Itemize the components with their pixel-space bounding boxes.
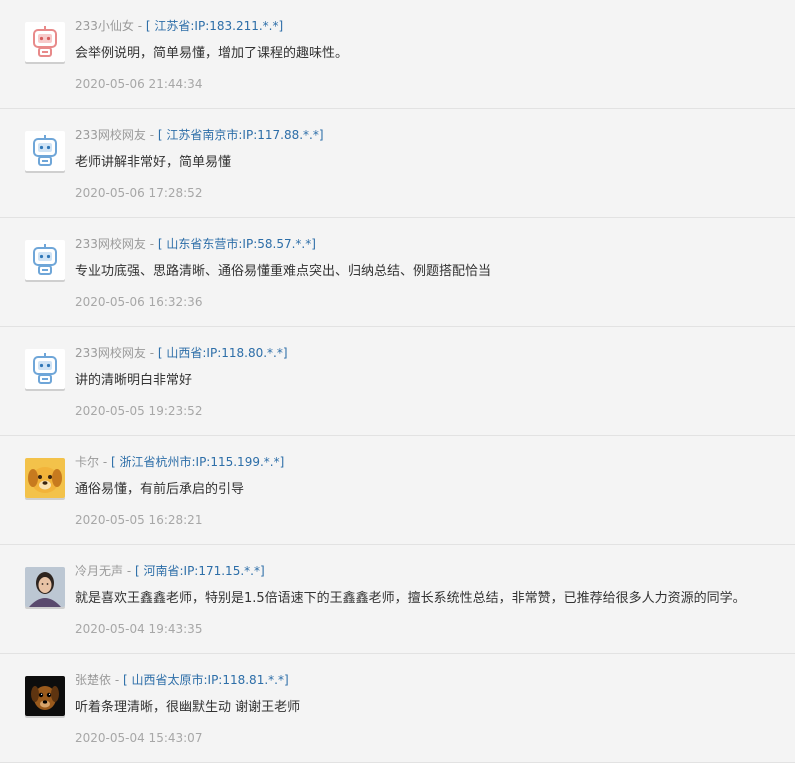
dog-photo-avatar[interactable] [25,676,65,716]
pink-robot-icon[interactable] [25,22,65,62]
blue-robot-icon[interactable] [25,240,65,280]
comment-location: [ 浙江省杭州市:IP:115.199.*.*] [110,455,285,469]
comment-item: 233网校网友 - [ 江苏省南京市:IP:117.88.*.*] 老师讲解非常… [0,109,795,218]
comment-username[interactable]: 卡尔 [75,455,99,469]
comment-location: [ 山东省东营市:IP:58.57.*.*] [157,237,316,251]
person-photo-avatar[interactable] [25,567,65,607]
comment-meta: 张楚依 - [ 山西省太原市:IP:118.81.*.*] [75,672,289,688]
comment-time: 2020-05-05 19:23:52 [75,404,203,418]
comment-item: 张楚依 - [ 山西省太原市:IP:118.81.*.*] 听着条理清晰，很幽默… [0,654,795,763]
comment-time: 2020-05-06 21:44:34 [75,77,203,91]
comment-meta: 233网校网友 - [ 江苏省南京市:IP:117.88.*.*] [75,127,324,143]
comment-time: 2020-05-05 16:28:21 [75,513,203,527]
comment-meta: 卡尔 - [ 浙江省杭州市:IP:115.199.*.*] [75,454,284,470]
comment-time: 2020-05-06 17:28:52 [75,186,203,200]
comment-item: 233小仙女 - [ 江苏省:IP:183.211.*.*] 会举例说明，简单易… [0,0,795,109]
meta-separator: - [123,564,135,578]
comment-username[interactable]: 冷月无声 [75,564,123,578]
comment-meta: 233网校网友 - [ 山西省:IP:118.80.*.*] [75,345,288,361]
comment-content: 专业功底强、思路清晰、通俗易懂重难点突出、归纳总结、例题搭配恰当 [75,264,492,279]
comment-location: [ 山西省:IP:118.80.*.*] [157,346,288,360]
comment-location: [ 河南省:IP:171.15.*.*] [134,564,265,578]
meta-separator: - [99,455,111,469]
meta-separator: - [145,237,158,251]
comment-meta: 冷月无声 - [ 河南省:IP:171.15.*.*] [75,563,265,579]
comment-username[interactable]: 233网校网友 [75,128,146,142]
comment-item: 233网校网友 - [ 山东省东营市:IP:58.57.*.*] 专业功底强、思… [0,218,795,327]
comment-item: 冷月无声 - [ 河南省:IP:171.15.*.*] 就是喜欢王鑫鑫老师，特别… [0,545,795,654]
comment-content: 就是喜欢王鑫鑫老师，特别是1.5倍语速下的王鑫鑫老师，擅长系统性总结，非常赞，已… [75,591,746,606]
comment-item: 卡尔 - [ 浙江省杭州市:IP:115.199.*.*] 通俗易懂，有前后承启… [0,436,795,545]
comment-item: 233网校网友 - [ 山西省:IP:118.80.*.*] 讲的清晰明白非常好… [0,327,795,436]
blue-robot-icon[interactable] [25,349,65,389]
comment-location: [ 江苏省:IP:183.211.*.*] [145,19,284,33]
comment-username[interactable]: 233小仙女 [75,19,134,33]
comment-content: 老师讲解非常好，简单易懂 [75,155,232,170]
comment-content: 通俗易懂，有前后承启的引导 [75,482,245,497]
meta-separator: - [145,346,158,360]
meta-separator: - [133,19,146,33]
comment-time: 2020-05-04 19:43:35 [75,622,203,636]
comment-content: 讲的清晰明白非常好 [75,373,193,388]
comment-location: [ 山西省太原市:IP:118.81.*.*] [122,673,289,687]
comment-username[interactable]: 233网校网友 [75,237,146,251]
comment-username[interactable]: 233网校网友 [75,346,146,360]
comment-content: 会举例说明，简单易懂，增加了课程的趣味性。 [75,46,349,61]
comment-meta: 233小仙女 - [ 江苏省:IP:183.211.*.*] [75,18,283,34]
comment-location: [ 江苏省南京市:IP:117.88.*.*] [157,128,324,142]
meta-separator: - [111,673,123,687]
meta-separator: - [145,128,158,142]
blue-robot-icon[interactable] [25,131,65,171]
comment-list: 233小仙女 - [ 江苏省:IP:183.211.*.*] 会举例说明，简单易… [0,0,795,763]
comment-meta: 233网校网友 - [ 山东省东营市:IP:58.57.*.*] [75,236,316,252]
comment-time: 2020-05-04 15:43:07 [75,731,203,745]
dog-avatar[interactable] [25,458,65,498]
comment-time: 2020-05-06 16:32:36 [75,295,203,309]
comment-username[interactable]: 张楚依 [75,673,111,687]
comment-content: 听着条理清晰，很幽默生动 谢谢王老师 [75,700,301,715]
